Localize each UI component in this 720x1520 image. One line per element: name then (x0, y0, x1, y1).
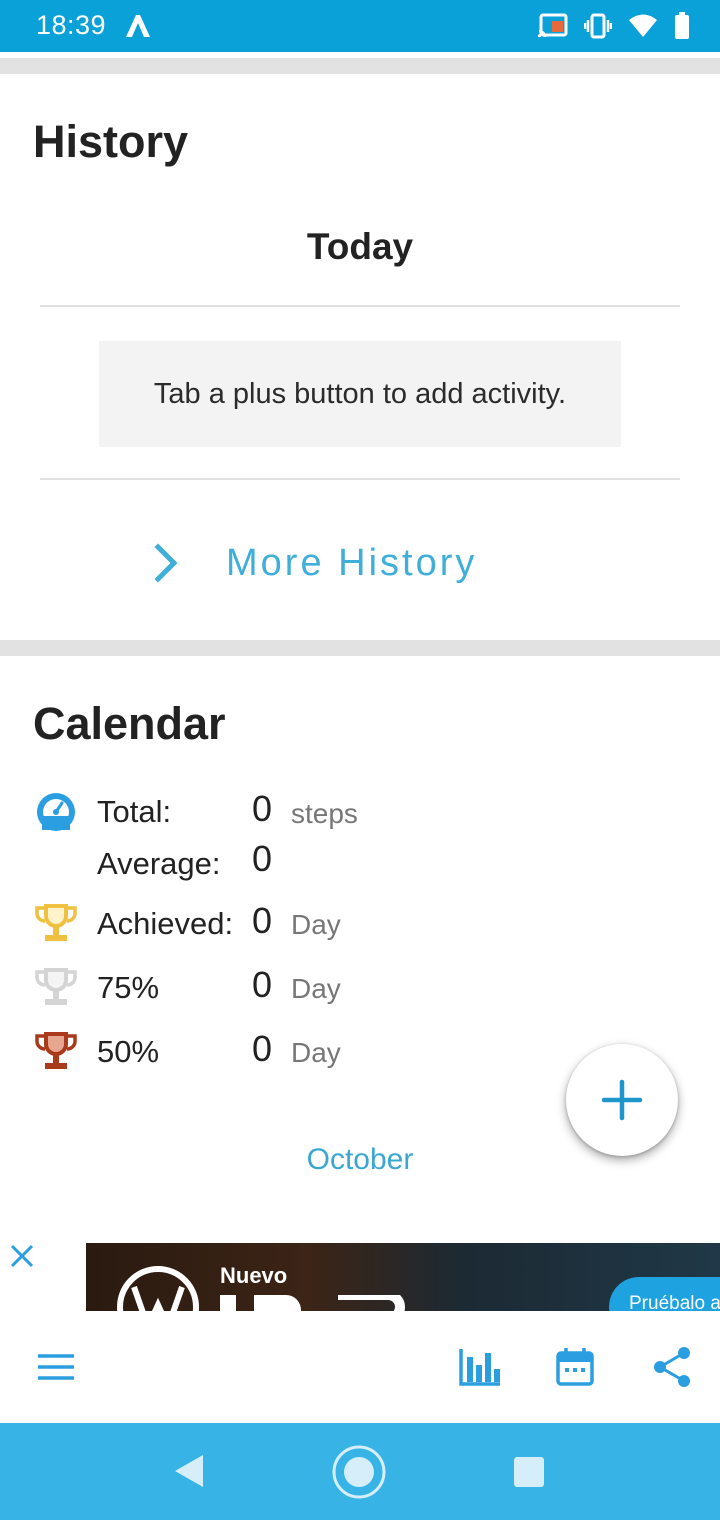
stat-average-label: Average: (97, 846, 221, 881)
wifi-icon (629, 14, 657, 37)
stat-50-label: 50% (97, 1034, 160, 1069)
stat-75-label: 75% (97, 970, 160, 1005)
divider-line (40, 478, 680, 480)
share-icon (654, 1347, 690, 1387)
cast-icon (538, 13, 568, 38)
calendar-button[interactable] (553, 1345, 597, 1389)
bar-chart-icon (459, 1349, 500, 1386)
share-button[interactable] (650, 1345, 694, 1389)
history-title: History (33, 116, 189, 167)
stat-75-unit: Day (291, 973, 341, 1004)
status-time: 18:39 (36, 10, 107, 40)
ad-model-letters-icon (220, 1295, 405, 1311)
bottom-toolbar (0, 1311, 720, 1423)
section-divider (0, 58, 720, 74)
system-nav-bar (0, 1423, 720, 1520)
section-divider (0, 640, 720, 656)
calendar-icon (556, 1348, 594, 1386)
stat-total-label: Total: (97, 794, 172, 829)
stat-50-unit: Day (291, 1037, 341, 1068)
stat-total: Total: 0 steps (0, 786, 720, 836)
recents-square-icon (514, 1457, 544, 1487)
status-icons (538, 10, 690, 42)
ad-banner[interactable]: Nuevo Pruébalo a (86, 1243, 720, 1311)
trophy-gold-icon (35, 904, 77, 941)
nav-home-button[interactable] (330, 1443, 388, 1501)
empty-history-hint: Tab a plus button to add activity. (99, 341, 621, 447)
nav-recents-button[interactable] (512, 1455, 546, 1489)
gauge-icon (37, 793, 75, 831)
chart-button[interactable] (458, 1345, 502, 1389)
add-activity-button[interactable] (566, 1044, 678, 1156)
menu-icon (38, 1354, 74, 1380)
battery-icon (675, 12, 689, 39)
trophy-bronze-icon (35, 1032, 77, 1069)
trophy-silver-icon (35, 968, 77, 1005)
close-icon[interactable] (8, 1242, 36, 1270)
stat-total-unit: steps (291, 798, 358, 829)
brand-logo-icon (117, 1266, 199, 1311)
back-triangle-icon (175, 1455, 203, 1487)
nav-back-button[interactable] (168, 1451, 208, 1491)
stat-75: 75% 0 Day (0, 962, 720, 1012)
status-bar: 18:39 (0, 0, 720, 52)
stat-achieved: Achieved: 0 Day (0, 898, 720, 948)
stat-total-value: 0 (252, 788, 273, 829)
today-label: Today (306, 226, 414, 267)
stat-50-value: 0 (252, 1028, 273, 1069)
stat-75-value: 0 (252, 964, 273, 1005)
more-history-label: More History (226, 541, 478, 584)
menu-button[interactable] (34, 1345, 78, 1389)
stat-achieved-label: Achieved: (97, 906, 234, 941)
ad-headline: Nuevo (220, 1263, 288, 1288)
home-circle-icon (332, 1445, 386, 1499)
stat-average-value: 0 (252, 838, 273, 879)
stat-average: Average: 0 (0, 838, 720, 888)
ad-cta-label: Pruébalo a (629, 1293, 720, 1311)
calendar-title: Calendar (33, 698, 226, 749)
stat-achieved-unit: Day (291, 909, 341, 940)
app-notification-icon (126, 15, 150, 37)
stat-achieved-value: 0 (252, 900, 273, 941)
more-history-button[interactable]: More History (150, 530, 477, 596)
hint-text: Tab a plus button to add activity. (153, 377, 567, 410)
ad-cta-button[interactable]: Pruébalo a (609, 1277, 720, 1311)
plus-icon (601, 1079, 643, 1121)
chevron-right-icon (154, 543, 178, 583)
divider-line (40, 305, 680, 307)
vibrate-icon (584, 13, 612, 39)
